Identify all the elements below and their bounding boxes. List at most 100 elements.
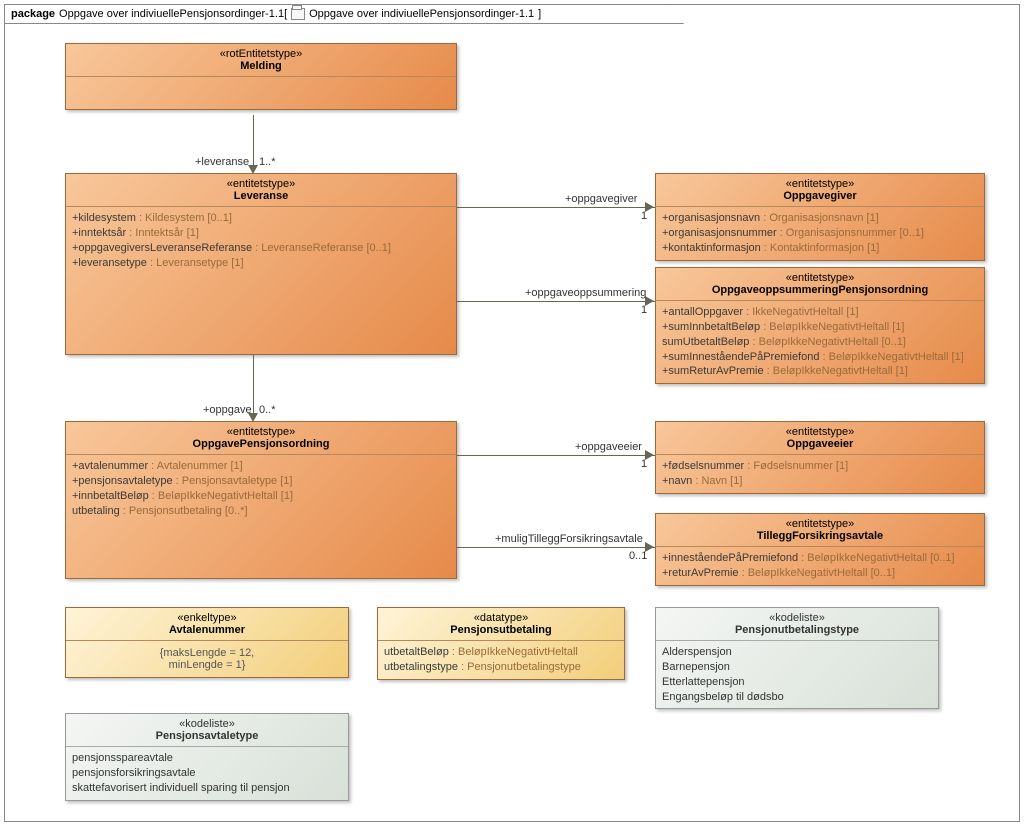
stereotype: «entitetstype»	[662, 426, 978, 438]
class-tillegg: «entitetstype»TilleggForsikringsavtale +…	[655, 513, 985, 586]
attr-type: : BeløpIkkeNegativtHeltall	[449, 646, 578, 658]
attr: +antallOppgaver	[662, 306, 743, 318]
mult-tillegg: 0..1	[629, 550, 647, 562]
class-pensjonsutbetaling: «datatype»Pensjonsutbetaling utbetaltBel…	[377, 607, 625, 680]
enum-value: Engangsbeløp til dødsbo	[662, 690, 932, 705]
attr-type: : Navn [1]	[692, 475, 742, 487]
attr-type: : Fødselsnummer [1]	[744, 460, 848, 472]
enum-value: Alderspensjon	[662, 645, 932, 660]
attr-type: : LeveranseReferanse [0..1]	[252, 242, 391, 254]
stereotype: «enkeltype»	[72, 612, 342, 624]
assoc-oppgavegiver	[457, 207, 655, 208]
package-icon	[291, 8, 305, 20]
stereotype: «entitetstype»	[662, 272, 978, 284]
attr-type: : BeløpIkkeNegativtHeltall [0..1]	[749, 336, 906, 348]
assoc-label-oppsummering: +oppgaveoppsummering	[525, 287, 646, 299]
class-name: Leveranse	[234, 190, 288, 202]
assoc-label-oppgaveeier: +oppgaveeier	[575, 441, 642, 453]
stereotype: «entitetstype»	[72, 178, 450, 190]
package-frame: package Oppgave over indiviuellePensjons…	[4, 4, 1020, 822]
class-name: Pensjonutbetalingstype	[735, 624, 859, 636]
attr: +fødselsnummer	[662, 460, 744, 472]
class-leveranse: «entitetstype»Leveranse +kildesystem : K…	[65, 173, 457, 355]
enum-value: Barnepensjon	[662, 660, 932, 675]
attr-type: : Pensjonsutbetaling [0..*]	[120, 505, 248, 517]
attr: sumUtbetaltBeløp	[662, 336, 749, 348]
class-name: OppgaveoppsummeringPensjonsordning	[712, 284, 928, 296]
attr: +organisasjonsnavn	[662, 212, 760, 224]
attr: +innbetaltBeløp	[72, 490, 149, 502]
mult-oppgave: 0..*	[259, 404, 276, 416]
attr: +kontaktinformasjon	[662, 242, 761, 254]
class-name: Oppgavegiver	[783, 190, 856, 202]
class-oppsummering: «entitetstype»OppgaveoppsummeringPensjon…	[655, 267, 985, 384]
class-melding: «rotEntitetstype»Melding	[65, 43, 457, 110]
attr: +organisasjonsnummer	[662, 227, 777, 239]
stereotype: «kodeliste»	[662, 612, 932, 624]
attr: utbetaltBeløp	[384, 646, 449, 658]
attr-type: : Organisasjonsnavn [1]	[760, 212, 879, 224]
attr-type: : Kontaktinformasjon [1]	[761, 242, 880, 254]
class-oppgave: «entitetstype»OppgavePensjonsordning +av…	[65, 421, 457, 579]
assoc-label-leveranse: +leveranse	[195, 156, 249, 168]
assoc-tillegg	[457, 547, 655, 548]
attr: +kildesystem	[72, 212, 136, 224]
class-name: Melding	[240, 60, 282, 72]
attr: +sumInneståendePåPremiefond	[662, 351, 819, 363]
package-name: Oppgave over indiviuellePensjonsordinger…	[59, 8, 284, 20]
attr-type: : IkkeNegativtHeltall [1]	[743, 306, 859, 318]
attr: +pensjonsavtaletype	[72, 475, 173, 487]
stereotype: «kodeliste»	[72, 718, 342, 730]
attr: +sumInnbetaltBeløp	[662, 321, 760, 333]
class-avtalenummer: «enkeltype»Avtalenummer {maksLengde = 12…	[65, 607, 349, 678]
stereotype: «entitetstype»	[662, 178, 978, 190]
attr: utbetaling	[72, 505, 120, 517]
assoc-leveranse	[253, 115, 254, 171]
attr-type: : Kildesystem [0..1]	[136, 212, 232, 224]
class-oppgavegiver: «entitetstype»Oppgavegiver +organisasjon…	[655, 173, 985, 261]
tab-bracket-open: [	[284, 8, 287, 20]
attr-type: : BeløpIkkeNegativtHeltall [1]	[764, 365, 908, 377]
package-keyword: package	[11, 8, 55, 20]
class-name: Oppgaveeier	[787, 438, 854, 450]
attr: +leveransetype	[72, 257, 147, 269]
constraint: {maksLengde = 12, minLengde = 1}	[66, 641, 348, 677]
class-name: OppgavePensjonsordning	[193, 438, 330, 450]
class-name: TilleggForsikringsavtale	[757, 530, 883, 542]
attr-type: : BeløpIkkeNegativtHeltall [0..1]	[739, 567, 896, 579]
assoc-label-oppgave: +oppgave	[203, 404, 252, 416]
attr: +inntektsår	[72, 227, 126, 239]
attr-type: : BeløpIkkeNegativtHeltall [1]	[149, 490, 293, 502]
stereotype: «datatype»	[384, 612, 618, 624]
attr-type: : Avtalenummer [1]	[148, 460, 243, 472]
attr-type: : Leveransetype [1]	[147, 257, 244, 269]
attr: +returAvPremie	[662, 567, 739, 579]
attr-type: : Pensjonsavtaletype [1]	[173, 475, 293, 487]
assoc-oppgave	[253, 355, 254, 419]
class-pensjonsavtaletype: «kodeliste»Pensjonsavtaletype pensjonssp…	[65, 713, 349, 801]
package-tab: package Oppgave over indiviuellePensjons…	[4, 4, 684, 24]
class-name: Pensjonsutbetaling	[450, 624, 551, 636]
attr-type: : Inntektsår [1]	[126, 227, 199, 239]
enum-value: Etterlattepensjon	[662, 675, 932, 690]
attr: +avtalenummer	[72, 460, 148, 472]
mult-oppgavegiver: 1	[641, 210, 647, 222]
attr: +sumReturAvPremie	[662, 365, 764, 377]
stereotype: «entitetstype»	[662, 518, 978, 530]
assoc-label-oppgavegiver: +oppgavegiver	[565, 193, 637, 205]
attr: +navn	[662, 475, 692, 487]
assoc-oppgaveeier	[457, 455, 655, 456]
package-inner: Oppgave over indiviuellePensjonsordinger…	[309, 8, 534, 20]
mult-oppsummering: 1	[641, 304, 647, 316]
class-oppgaveeier: «entitetstype»Oppgaveeier +fødselsnummer…	[655, 421, 985, 494]
assoc-oppsummering	[457, 301, 655, 302]
attr-type: : Organisasjonsnummer [0..1]	[777, 227, 924, 239]
class-name: Pensjonsavtaletype	[156, 730, 259, 742]
attr-type: : BeløpIkkeNegativtHeltall [0..1]	[798, 552, 955, 564]
attr-type: : BeløpIkkeNegativtHeltall [1]	[819, 351, 963, 363]
stereotype: «entitetstype»	[72, 426, 450, 438]
enum-value: pensjonsforsikringsavtale	[72, 766, 342, 781]
mult-leveranse: 1..*	[259, 156, 276, 168]
enum-value: pensjonsspareavtale	[72, 751, 342, 766]
class-name: Avtalenummer	[169, 624, 245, 636]
